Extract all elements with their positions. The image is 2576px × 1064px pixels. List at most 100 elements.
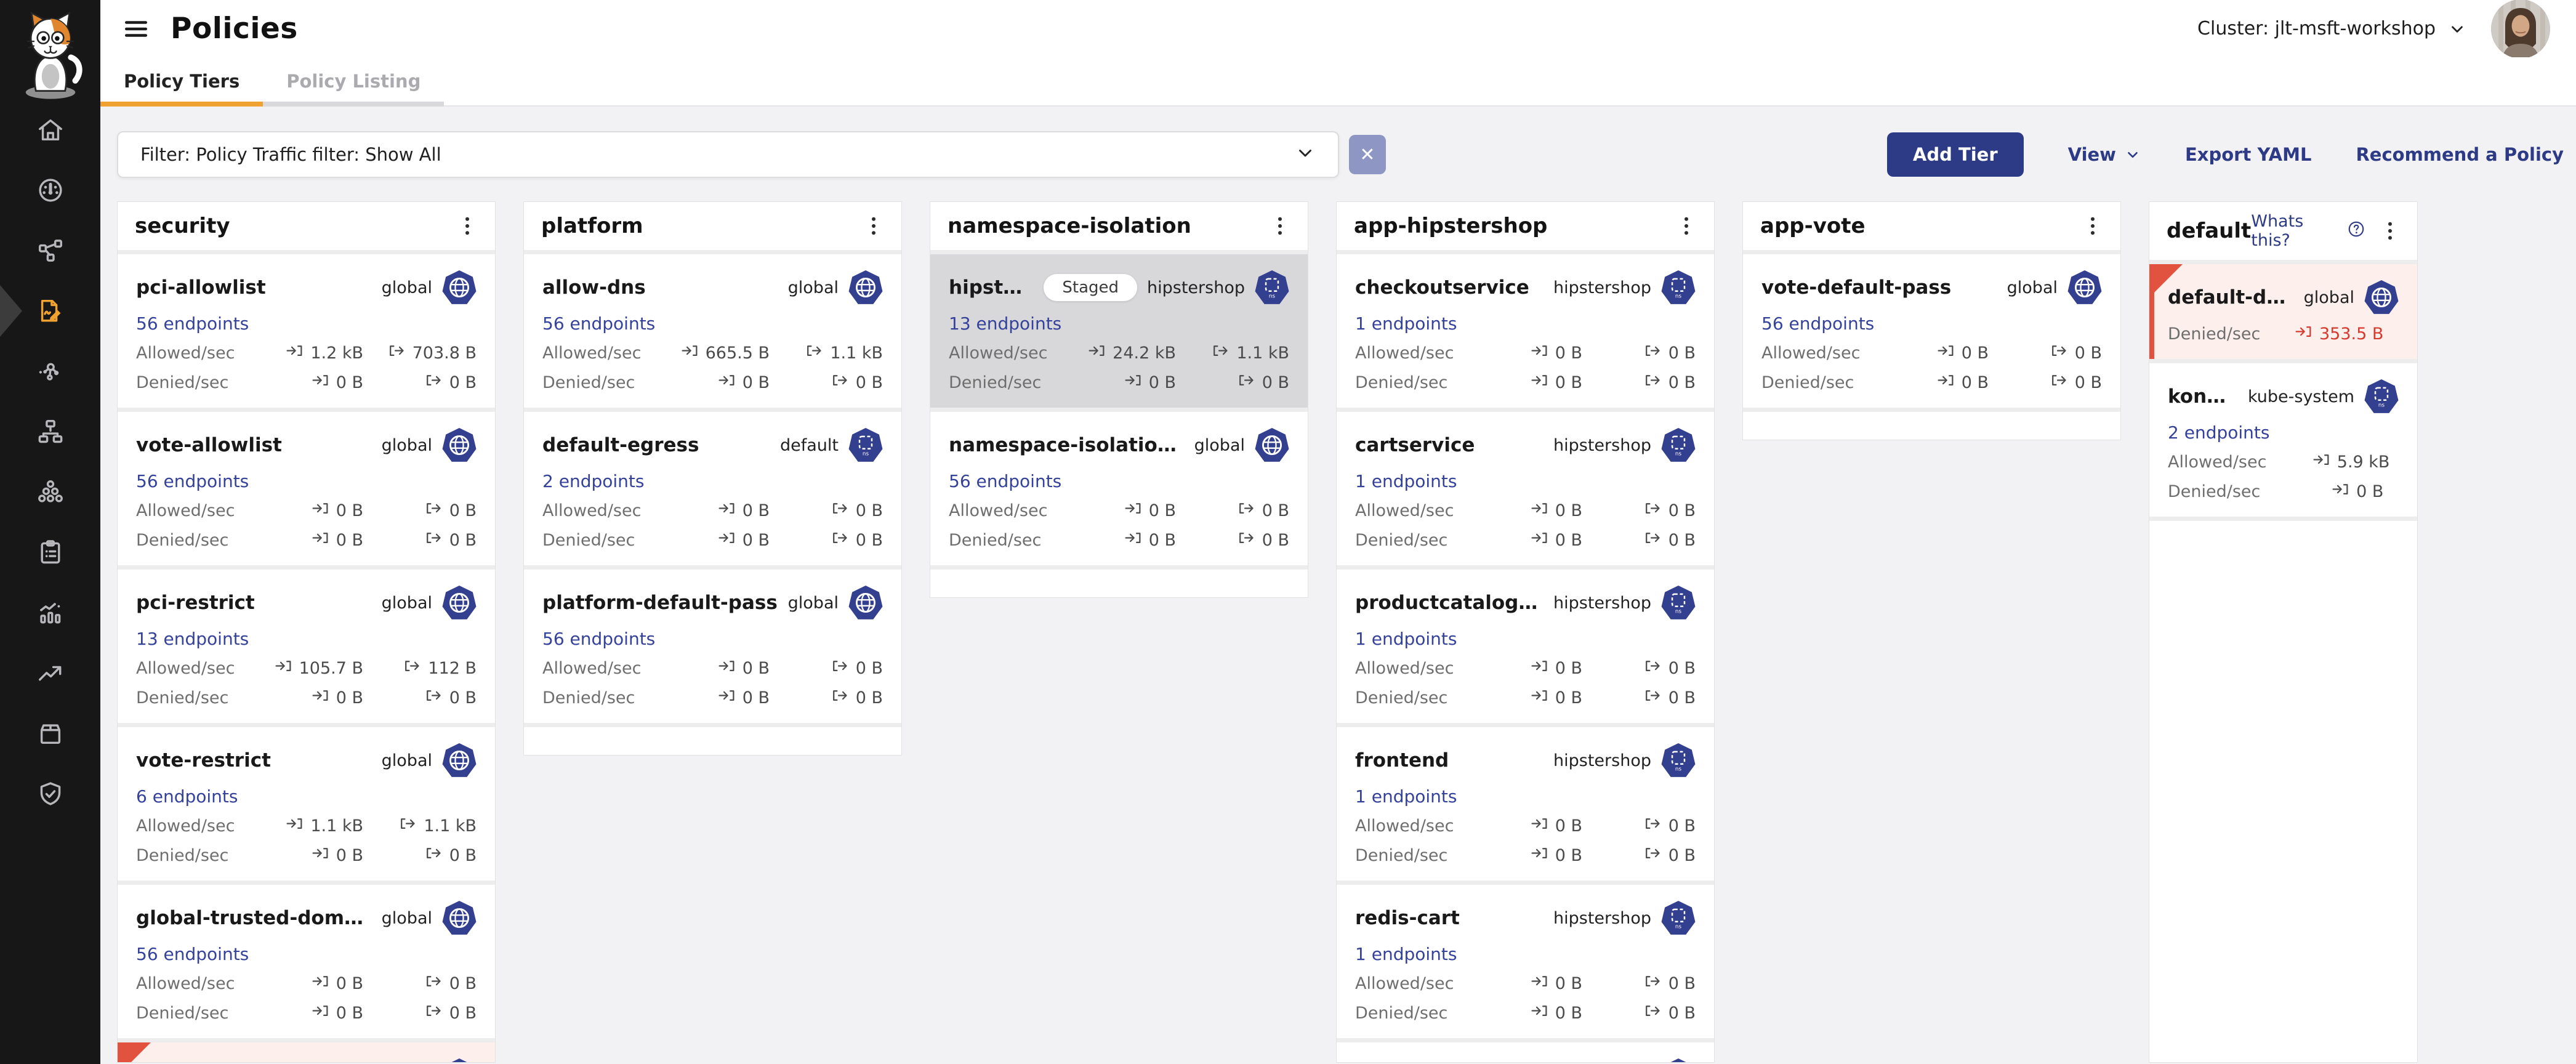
endpoints-link[interactable]: 6 endpoints — [136, 786, 238, 807]
endpoints-link[interactable]: 56 endpoints — [542, 629, 655, 649]
metric-value: 0 B — [1668, 816, 1696, 836]
egress-arrow-icon — [403, 658, 422, 679]
ingress-metric: 0 B — [1866, 372, 1989, 393]
policy-card[interactable]: quarantineglobal0 endpoints — [118, 1042, 495, 1063]
egress-arrow-icon — [1644, 500, 1662, 521]
policies-icon[interactable] — [36, 297, 65, 325]
policy-card[interactable]: pci-allowlistglobal56 endpointsAllowed/s… — [118, 254, 495, 408]
policy-card[interactable]: vote-restrictglobal6 endpointsAllowed/se… — [118, 727, 495, 881]
ingress-metric: 0 B — [1053, 372, 1176, 393]
tier-header: app-hipstershop — [1337, 202, 1714, 250]
policy-card[interactable]: hipstershop-gh…Stagedhipstershopns13 end… — [930, 254, 1308, 408]
kebab-menu-icon[interactable] — [457, 214, 478, 238]
endpoints-tree-icon[interactable] — [36, 417, 65, 446]
endpoints-link[interactable]: 1 endpoints — [1355, 313, 1457, 334]
policy-card[interactable]: namespace-isolation-default-p…global56 e… — [930, 412, 1308, 565]
policy-name: cartservice — [1355, 434, 1475, 456]
kebab-menu-icon[interactable] — [863, 214, 884, 238]
endpoints-link[interactable]: 56 endpoints — [542, 313, 655, 334]
global-scope-icon — [1255, 428, 1289, 462]
policy-name: vote-default-pass — [1761, 276, 1951, 299]
policy-title-row: global-trusted-domainsglobal — [136, 901, 477, 935]
activity-stats-icon[interactable] — [36, 598, 65, 627]
flow-visualizations-icon[interactable] — [36, 357, 65, 385]
clear-filter-button[interactable]: ✕ — [1349, 135, 1386, 174]
policy-card[interactable]: frontendhipstershopns1 endpointsAllowed/… — [1337, 727, 1714, 881]
kebab-menu-icon[interactable] — [1270, 214, 1290, 238]
policy-title-row: emailservicehipstershopns — [1355, 1058, 1696, 1063]
policy-card[interactable]: global-trusted-domainsglobal 56 endpoints… — [118, 885, 495, 1038]
compliance-reports-icon[interactable] — [36, 538, 65, 566]
tab-policy-tiers[interactable]: Policy Tiers — [100, 57, 263, 105]
view-label: View — [2068, 144, 2116, 165]
policy-scope: global — [778, 586, 883, 620]
trending-up-icon[interactable] — [36, 659, 65, 687]
endpoints-link[interactable]: 56 endpoints — [136, 944, 249, 964]
policy-card[interactable]: default-denyglobalDenied/sec353.5 B96 B — [2149, 264, 2417, 359]
policy-card[interactable]: pci-restrictglobal13 endpointsAllowed/se… — [118, 570, 495, 723]
endpoints-link[interactable]: 13 endpoints — [136, 629, 249, 649]
cluster-selector[interactable]: Cluster: jlt-msft-workshop — [2197, 18, 2466, 39]
policy-card[interactable]: vote-allowlistglobal56 endpointsAllowed/… — [118, 412, 495, 565]
endpoints-link[interactable]: 2 endpoints — [542, 471, 644, 491]
dashboard-gauge-icon[interactable] — [36, 176, 65, 204]
metric-row: Denied/sec0 B0 B — [542, 372, 883, 393]
policy-card[interactable]: vote-default-passglobal56 endpointsAllow… — [1743, 254, 2120, 408]
service-graph-icon[interactable] — [36, 236, 65, 265]
kebab-menu-icon[interactable] — [1676, 214, 1697, 238]
policy-card[interactable]: emailservicehipstershopns1 endpointsAllo… — [1337, 1042, 1714, 1063]
endpoints-link[interactable]: 56 endpoints — [136, 471, 249, 491]
policy-scope: global — [2294, 280, 2399, 315]
ingress-metric: 0 B — [240, 500, 363, 521]
ingress-metric: 0 B — [646, 530, 770, 550]
view-dropdown[interactable]: View — [2068, 144, 2141, 165]
ingress-arrow-icon — [718, 530, 736, 550]
ingress-arrow-icon — [286, 815, 304, 836]
scope-label: global — [382, 436, 432, 455]
endpoints-link[interactable]: 1 endpoints — [1355, 944, 1457, 964]
policy-card[interactable]: redis-carthipstershopns1 endpointsAllowe… — [1337, 885, 1714, 1038]
user-avatar[interactable] — [2491, 0, 2550, 58]
endpoints-link[interactable]: 2 endpoints — [2168, 422, 2269, 443]
export-yaml-button[interactable]: Export YAML — [2185, 144, 2311, 165]
metric-value: 0 B — [856, 501, 883, 520]
endpoints-link[interactable]: 56 endpoints — [949, 471, 1061, 491]
metric-label: Denied/sec — [136, 688, 228, 707]
endpoints-link[interactable]: 1 endpoints — [1355, 786, 1457, 807]
ingress-metric: 0 B — [240, 1002, 363, 1023]
policy-card[interactable]: default-egressdefaultns2 endpointsAllowe… — [524, 412, 901, 565]
endpoints-link[interactable]: 1 endpoints — [1355, 471, 1457, 491]
hamburger-menu-icon[interactable] — [120, 14, 152, 44]
metric-value: 0 B — [1555, 688, 1582, 707]
policy-traffic-filter-select[interactable]: Filter: Policy Traffic filter: Show All — [117, 131, 1339, 178]
metric-label: Allowed/sec — [542, 344, 641, 363]
add-tier-button[interactable]: Add Tier — [1887, 132, 2024, 177]
cluster-nodes-icon[interactable] — [36, 478, 65, 506]
tier-column-app-vote: app-votevote-default-passglobal56 endpoi… — [1742, 201, 2121, 440]
ingress-metric: 105.7 B — [240, 658, 363, 679]
policy-card[interactable]: konnectivity-agentkube-systemns2 endpoin… — [2149, 363, 2417, 517]
metric-label: Denied/sec — [949, 531, 1041, 550]
endpoints-link[interactable]: 1 endpoints — [1355, 629, 1457, 649]
policy-card[interactable]: platform-default-passglobal56 endpointsA… — [524, 570, 901, 723]
policy-card[interactable]: allow-dnsglobal56 endpointsAllowed/sec66… — [524, 254, 901, 408]
tab-policy-listing[interactable]: Policy Listing — [263, 57, 444, 105]
endpoints-link[interactable]: 56 endpoints — [1761, 313, 1874, 334]
home-icon[interactable] — [36, 116, 65, 144]
metric-value: 0 B — [449, 974, 477, 993]
endpoints-link[interactable]: 56 endpoints — [136, 313, 249, 334]
kebab-menu-icon[interactable] — [2082, 214, 2103, 238]
metric-row: Denied/sec353.5 B96 B — [2168, 323, 2399, 344]
policy-card[interactable]: cartservicehipstershopns1 endpointsAllow… — [1337, 412, 1714, 565]
kebab-menu-icon[interactable] — [2380, 219, 2400, 243]
policy-card[interactable]: checkoutservicehipstershopns1 endpointsA… — [1337, 254, 1714, 408]
package-icon[interactable] — [36, 719, 65, 748]
shield-check-icon[interactable] — [36, 780, 65, 808]
egress-metric: 96 B — [2399, 323, 2418, 344]
endpoints-link[interactable]: 13 endpoints — [949, 313, 1061, 334]
global-scope-icon — [848, 586, 883, 620]
metric-row: Allowed/sec24.2 kB1.1 kB — [949, 342, 1289, 363]
recommend-policy-button[interactable]: Recommend a Policy — [2356, 144, 2564, 165]
whats-this-link[interactable]: Whats this? — [2251, 212, 2365, 250]
policy-card[interactable]: productcatalogservicehipstershopns1 endp… — [1337, 570, 1714, 723]
